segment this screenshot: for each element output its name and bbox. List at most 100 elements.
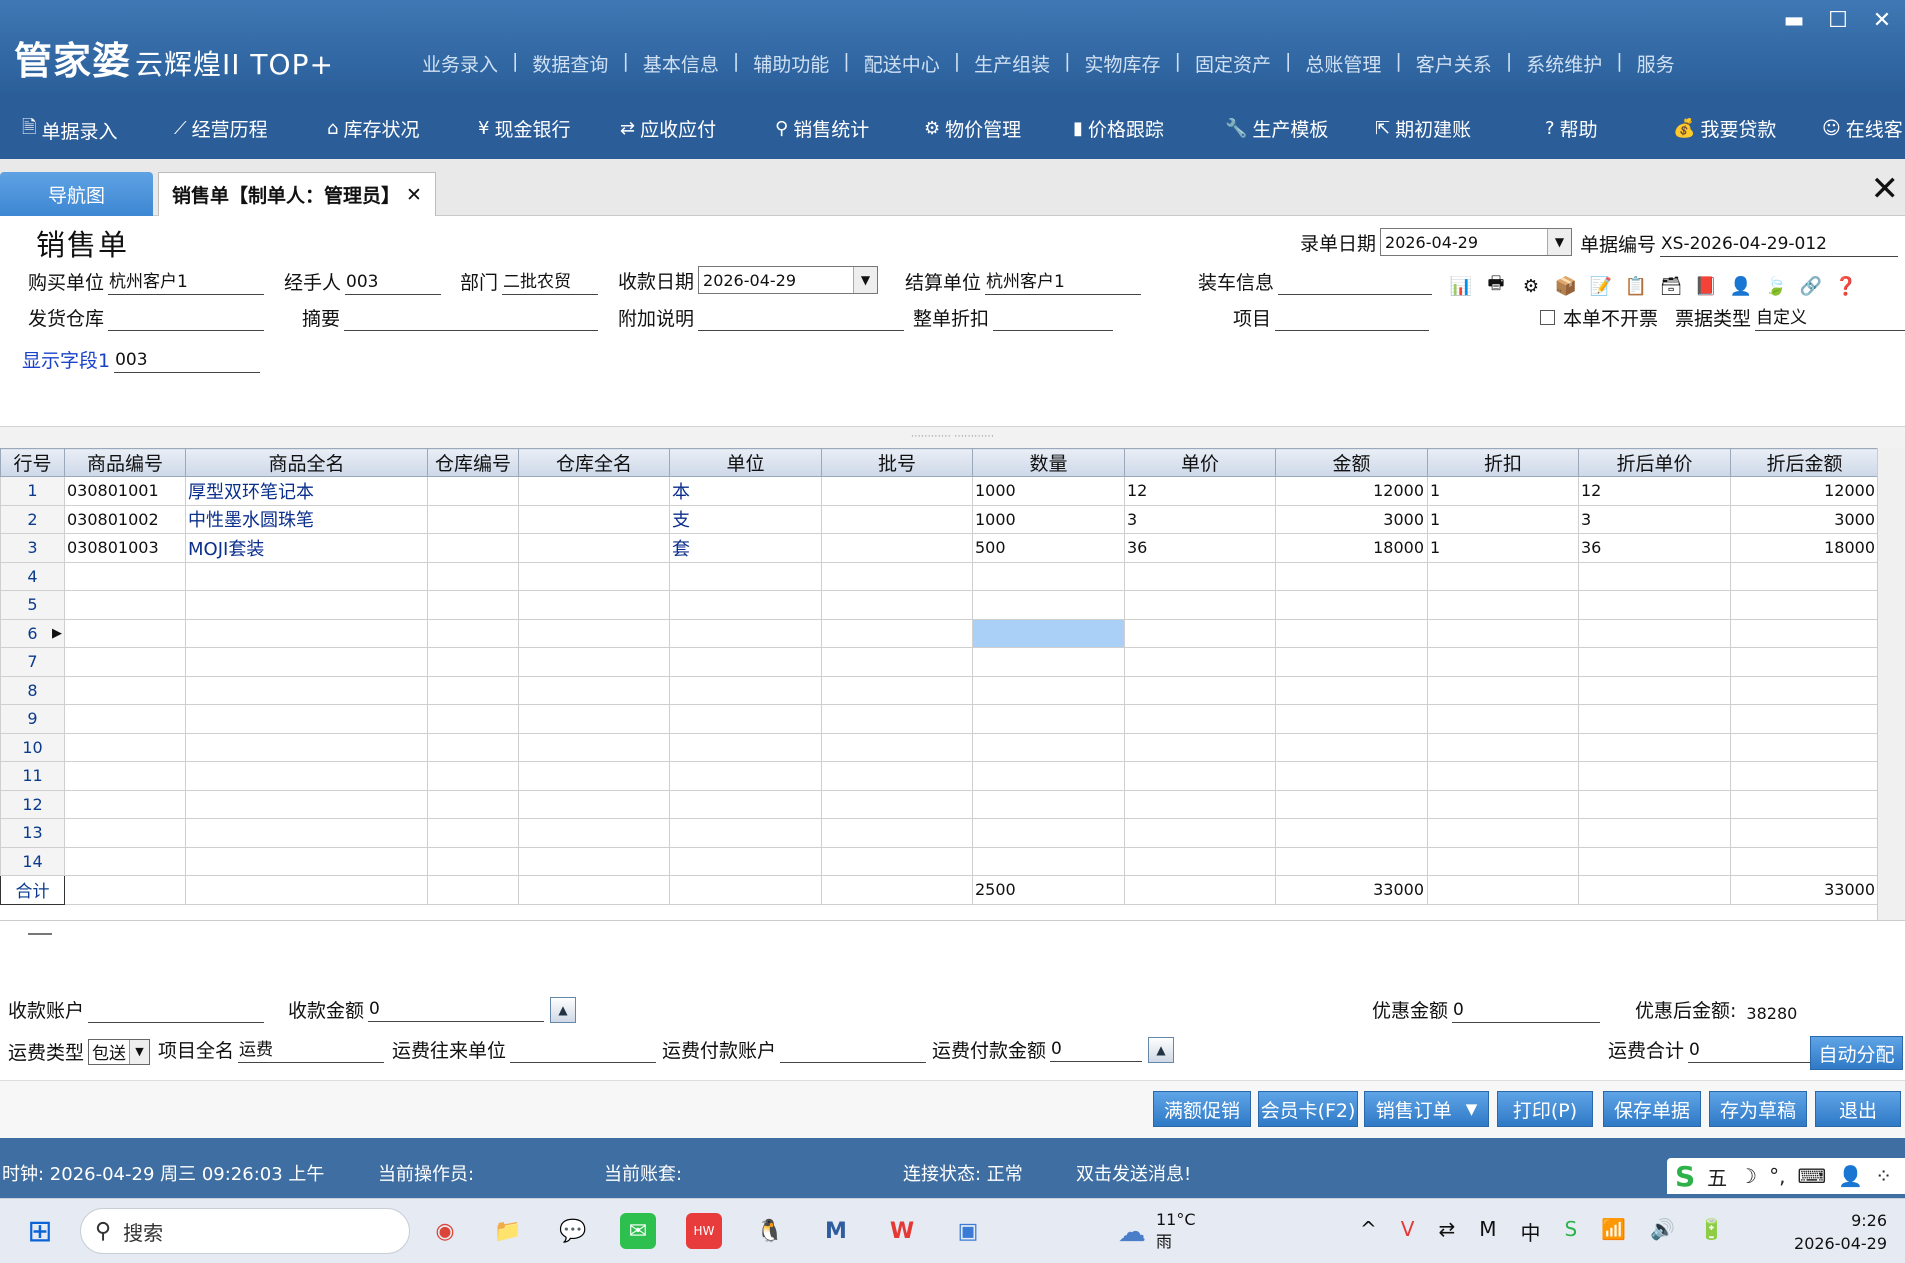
cell-wh-name[interactable] [518,818,670,848]
cell-disc-price[interactable] [1578,561,1731,591]
menu-item[interactable]: 总账管理 [1291,50,1395,77]
cell-disc[interactable] [1427,590,1579,620]
table-row[interactable]: 14 [0,846,1879,876]
cell-name[interactable] [185,789,428,819]
cell-code[interactable]: 030801001 [64,476,186,506]
cell-disc-price[interactable] [1578,675,1731,705]
cell-disc[interactable] [1427,818,1579,848]
handler-input[interactable]: 003 [345,271,442,295]
cell-disc-price[interactable]: 3 [1578,504,1731,534]
cell-name[interactable]: 中性墨水圆珠笔 [185,504,428,534]
freight-pay-input[interactable]: 0 [1050,1038,1143,1062]
column-header[interactable]: 批号 [821,448,973,477]
battery-icon[interactable]: 🔋 [1699,1217,1724,1246]
column-header[interactable]: 仓库编号 [427,448,519,477]
cell-disc[interactable] [1427,704,1579,734]
toolbar-item[interactable]: ⟋ 经营历程 [174,115,268,142]
cell-unit[interactable] [669,561,822,591]
cell-batch[interactable] [821,704,973,734]
cell-batch[interactable] [821,846,973,876]
cell-disc-price[interactable] [1578,761,1731,791]
cell-price[interactable] [1124,789,1276,819]
cell-unit[interactable] [669,704,822,734]
toolbar-item[interactable]: ☺ 在线客 [1822,115,1903,142]
help-circle-icon[interactable]: ❓ [1833,274,1859,298]
cell-code[interactable]: 030801002 [64,504,186,534]
chat-bubble-icon[interactable]: 💬 [555,1213,591,1249]
cell-amount[interactable] [1275,789,1428,819]
cell-qty[interactable] [972,818,1125,848]
taskbar-search[interactable]: ⚲ 搜索 [80,1208,410,1254]
column-header[interactable]: 仓库全名 [518,448,670,477]
display-field-input[interactable]: 003 [114,349,261,373]
cell-price[interactable]: 12 [1124,476,1276,506]
cell-code[interactable]: 030801003 [64,533,186,563]
invoice-type-input[interactable]: 自定义 [1755,307,1905,331]
cell-unit[interactable] [669,846,822,876]
cell-amount[interactable] [1275,846,1428,876]
huawei-icon[interactable]: HW [686,1213,722,1249]
cell-name[interactable] [185,675,428,705]
cell-wh-code[interactable] [427,789,519,819]
cell-disc-amount[interactable] [1730,561,1879,591]
cell-disc[interactable] [1427,761,1579,791]
minimize-icon[interactable]: ▬ [1783,8,1805,33]
cell-disc-amount[interactable] [1730,675,1879,705]
cell-wh-code[interactable] [427,818,519,848]
column-header[interactable]: 折扣 [1427,448,1579,477]
cell-batch[interactable] [821,818,973,848]
cell-code[interactable] [64,590,186,620]
chrome-icon[interactable]: ◉ [427,1213,463,1249]
cell-price[interactable] [1124,761,1276,791]
freight-total-input[interactable]: 0 [1688,1039,1817,1063]
cell-wh-name[interactable] [518,618,670,648]
cell-wh-code[interactable] [427,618,519,648]
cell-code[interactable] [64,618,186,648]
user-icon[interactable]: 👤 [1728,274,1754,298]
wubi-mode-icon[interactable]: 五 [1707,1162,1727,1191]
copy-icon[interactable]: 📋 [1623,274,1649,298]
cell-disc[interactable] [1427,846,1579,876]
table-row[interactable]: 11 [0,761,1879,791]
cell-qty[interactable] [972,561,1125,591]
table-row[interactable]: 2 030801002 中性墨水圆珠笔支 1000 3 3000 1 3 3000 [0,504,1879,534]
auto-allocate-button[interactable]: 自动分配 [1810,1036,1903,1070]
cell-price[interactable] [1124,647,1276,677]
cell-disc[interactable] [1427,647,1579,677]
toolbar-item[interactable]: ⇱ 期初建账 [1375,115,1471,142]
cell-wh-code[interactable] [427,732,519,762]
cell-disc-amount[interactable] [1730,761,1879,791]
cell-wh-name[interactable] [518,476,670,506]
chevron-up-icon[interactable]: ^ [1360,1217,1377,1246]
menu-item[interactable]: 辅助功能 [739,50,843,77]
cell-batch[interactable] [821,675,973,705]
cell-name[interactable] [185,647,428,677]
discount-input[interactable] [993,307,1114,331]
freight-account-input[interactable] [780,1039,927,1063]
dept-input[interactable]: 二批农贸 [502,271,599,295]
cell-amount[interactable] [1275,675,1428,705]
cell-batch[interactable] [821,761,973,791]
menu-item[interactable]: 固定资产 [1181,50,1285,77]
cell-wh-code[interactable] [427,476,519,506]
cell-disc-amount[interactable] [1730,647,1879,677]
cell-code[interactable] [64,732,186,762]
cell-batch[interactable] [821,561,973,591]
im-app-icon[interactable]: M [818,1213,854,1249]
cell-batch[interactable] [821,476,973,506]
maximize-icon[interactable]: ☐ [1827,8,1849,33]
tab-navigation[interactable]: 导航图 [0,172,153,216]
freight-unit-input[interactable] [510,1039,657,1063]
leaf-icon[interactable]: 🍃 [1763,274,1789,298]
cell-wh-name[interactable] [518,761,670,791]
cell-name[interactable] [185,704,428,734]
tray-v-icon[interactable]: V [1401,1217,1415,1246]
menu-item[interactable]: 配送中心 [850,50,954,77]
cell-disc-price[interactable] [1578,846,1731,876]
menu-item[interactable]: 业务录入 [408,50,512,77]
moon-icon[interactable]: ☽ [1739,1164,1757,1188]
cell-qty[interactable] [972,761,1125,791]
column-header[interactable]: 折后金额 [1730,448,1879,477]
windows-start-icon[interactable]: ⊞ [22,1213,58,1249]
link-icon[interactable]: 🔗 [1798,274,1824,298]
